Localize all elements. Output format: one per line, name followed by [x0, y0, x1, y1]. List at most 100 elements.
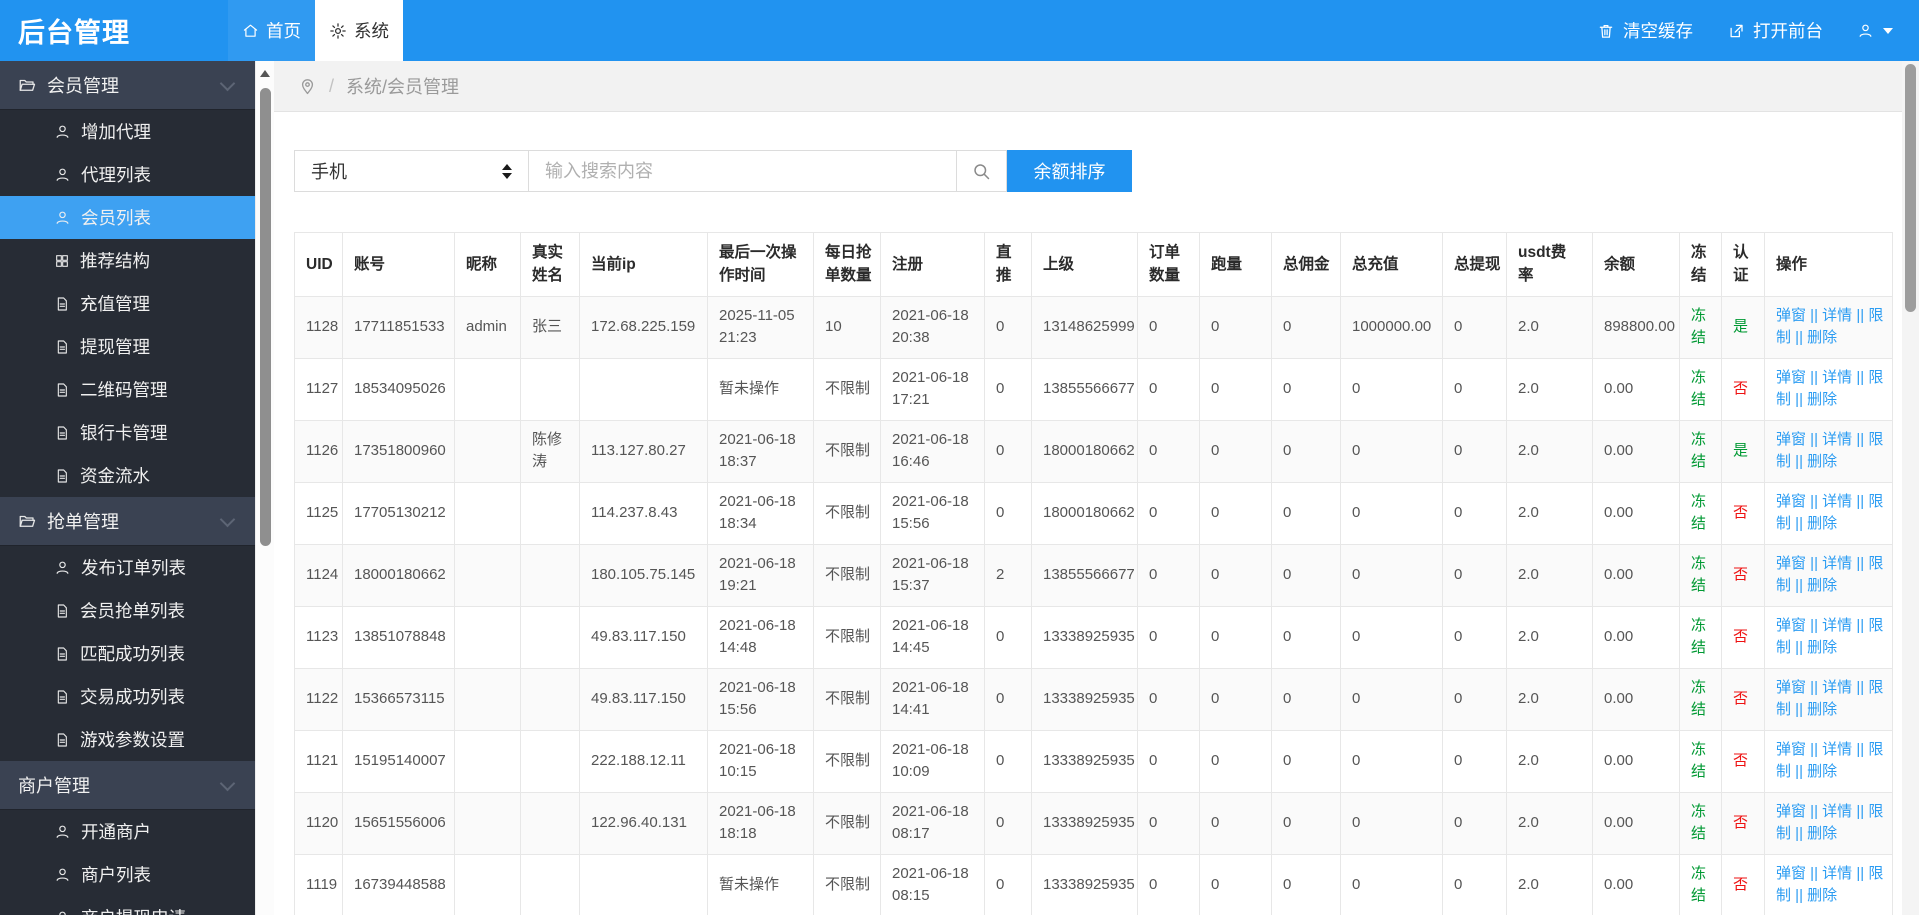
sidebar-item-商户提现申请[interactable]: 商户提现申请: [0, 896, 255, 915]
op-link-弹窗[interactable]: 弹窗: [1776, 369, 1806, 386]
sidebar-item-充值管理[interactable]: 充值管理: [0, 282, 255, 325]
cell-uid: 1121: [294, 729, 343, 793]
cell-parent: 18000180662: [1031, 481, 1138, 545]
sidebar-section-2[interactable]: 商户管理: [0, 761, 255, 810]
sidebar-section-1[interactable]: 抢单管理: [0, 497, 255, 546]
op-link-删除[interactable]: 删除: [1807, 515, 1837, 532]
op-link-详情[interactable]: 详情: [1822, 369, 1852, 386]
op-link-详情[interactable]: 详情: [1822, 741, 1852, 758]
op-link-删除[interactable]: 删除: [1807, 329, 1837, 346]
page-scrollbar[interactable]: [1902, 61, 1919, 915]
op-link-弹窗[interactable]: 弹窗: [1776, 431, 1806, 448]
op-link-详情[interactable]: 详情: [1822, 493, 1852, 510]
sidebar-item-商户列表[interactable]: 商户列表: [0, 853, 255, 896]
freeze-link[interactable]: 冻结: [1691, 431, 1706, 471]
sidebar-scrollbar-thumb[interactable]: [259, 88, 271, 546]
op-link-详情[interactable]: 详情: [1822, 431, 1852, 448]
verified-status: 否: [1733, 751, 1749, 769]
op-link-详情[interactable]: 详情: [1822, 803, 1852, 820]
freeze-link[interactable]: 冻结: [1691, 865, 1706, 905]
cell-account: 17351800960: [342, 419, 455, 483]
cell-withdraw: 0: [1442, 605, 1507, 669]
freeze-link[interactable]: 冻结: [1691, 369, 1706, 409]
search-input[interactable]: [529, 150, 957, 192]
op-link-删除[interactable]: 删除: [1807, 453, 1837, 470]
op-link-弹窗[interactable]: 弹窗: [1776, 307, 1806, 324]
freeze-link[interactable]: 冻结: [1691, 741, 1706, 781]
freeze-link[interactable]: 冻结: [1691, 307, 1706, 347]
op-separator: ||: [1791, 701, 1808, 718]
cell-daily_orders: 不限制: [813, 543, 881, 607]
sidebar-item-提现管理[interactable]: 提现管理: [0, 325, 255, 368]
page-scrollbar-thumb[interactable]: [1905, 64, 1916, 312]
section-label: 抢单管理: [47, 512, 119, 532]
op-link-弹窗[interactable]: 弹窗: [1776, 865, 1806, 882]
cell-nickname: [454, 419, 521, 483]
op-link-详情[interactable]: 详情: [1822, 555, 1852, 572]
cell-nickname: [454, 481, 521, 545]
cell-balance: 0.00: [1592, 605, 1680, 669]
cell-real_name: [520, 729, 580, 793]
search-button[interactable]: [957, 150, 1007, 192]
op-link-删除[interactable]: 删除: [1807, 391, 1837, 408]
open-frontend-button[interactable]: 打开前台: [1727, 18, 1823, 43]
cell-order_count: 0: [1137, 853, 1200, 915]
op-link-删除[interactable]: 删除: [1807, 887, 1837, 904]
cell-order_count: 0: [1137, 791, 1200, 855]
op-link-弹窗[interactable]: 弹窗: [1776, 555, 1806, 572]
sidebar-item-匹配成功列表[interactable]: 匹配成功列表: [0, 632, 255, 675]
clear-cache-button[interactable]: 清空缓存: [1597, 18, 1693, 43]
column-header-ip: 当前ip: [579, 232, 708, 297]
tab-home[interactable]: 首页: [228, 0, 315, 61]
op-link-弹窗[interactable]: 弹窗: [1776, 679, 1806, 696]
sidebar-item-增加代理[interactable]: 增加代理: [0, 110, 255, 153]
sidebar-item-交易成功列表[interactable]: 交易成功列表: [0, 675, 255, 718]
sidebar-item-开通商户[interactable]: 开通商户: [0, 810, 255, 853]
balance-sort-button[interactable]: 余额排序: [1007, 150, 1132, 192]
cell-account: 18534095026: [342, 357, 455, 421]
op-link-详情[interactable]: 详情: [1822, 617, 1852, 634]
cell-account: 15195140007: [342, 729, 455, 793]
sidebar-item-游戏参数设置[interactable]: 游戏参数设置: [0, 718, 255, 761]
cell-usdt_rate: 2.0: [1506, 605, 1593, 669]
op-link-删除[interactable]: 删除: [1807, 763, 1837, 780]
op-link-弹窗[interactable]: 弹窗: [1776, 493, 1806, 510]
op-link-删除[interactable]: 删除: [1807, 577, 1837, 594]
sidebar-item-会员列表[interactable]: 会员列表: [0, 196, 255, 239]
op-link-删除[interactable]: 删除: [1807, 701, 1837, 718]
search-icon: [971, 161, 992, 182]
op-link-删除[interactable]: 删除: [1807, 639, 1837, 656]
op-link-详情[interactable]: 详情: [1822, 865, 1852, 882]
sidebar-scrollbar[interactable]: [255, 61, 274, 915]
sidebar-section-0[interactable]: 会员管理: [0, 61, 255, 110]
op-link-弹窗[interactable]: 弹窗: [1776, 741, 1806, 758]
cell-registered: 2021-06-18 16:46: [880, 419, 985, 483]
freeze-link[interactable]: 冻结: [1691, 617, 1706, 657]
op-link-弹窗[interactable]: 弹窗: [1776, 803, 1806, 820]
sidebar-item-推荐结构[interactable]: 推荐结构: [0, 239, 255, 282]
op-link-详情[interactable]: 详情: [1822, 679, 1852, 696]
op-link-详情[interactable]: 详情: [1822, 307, 1852, 324]
cell-ops: 弹窗 || 详情 || 限制 || 删除: [1764, 729, 1893, 793]
cell-nickname: admin: [454, 295, 521, 359]
scroll-up-arrow-icon[interactable]: [260, 70, 270, 77]
cell-real_name: [520, 605, 580, 669]
op-link-删除[interactable]: 删除: [1807, 825, 1837, 842]
cell-uid: 1127: [294, 357, 343, 421]
table-row: 1120 15651556006 122.96.40.131 2021-06-18 1…: [294, 791, 1893, 855]
freeze-link[interactable]: 冻结: [1691, 803, 1706, 843]
user-menu[interactable]: [1857, 22, 1893, 39]
freeze-link[interactable]: 冻结: [1691, 493, 1706, 533]
sidebar-item-发布订单列表[interactable]: 发布订单列表: [0, 546, 255, 589]
freeze-link[interactable]: 冻结: [1691, 679, 1706, 719]
freeze-link[interactable]: 冻结: [1691, 555, 1706, 595]
sidebar-item-银行卡管理[interactable]: 银行卡管理: [0, 411, 255, 454]
sidebar-item-会员抢单列表[interactable]: 会员抢单列表: [0, 589, 255, 632]
sidebar-item-二维码管理[interactable]: 二维码管理: [0, 368, 255, 411]
filter-select[interactable]: 手机: [294, 150, 529, 192]
sidebar-item-代理列表[interactable]: 代理列表: [0, 153, 255, 196]
sidebar-item-资金流水[interactable]: 资金流水: [0, 454, 255, 497]
tab-system[interactable]: 系统: [315, 0, 403, 61]
verified-status: 否: [1733, 875, 1749, 893]
op-link-弹窗[interactable]: 弹窗: [1776, 617, 1806, 634]
